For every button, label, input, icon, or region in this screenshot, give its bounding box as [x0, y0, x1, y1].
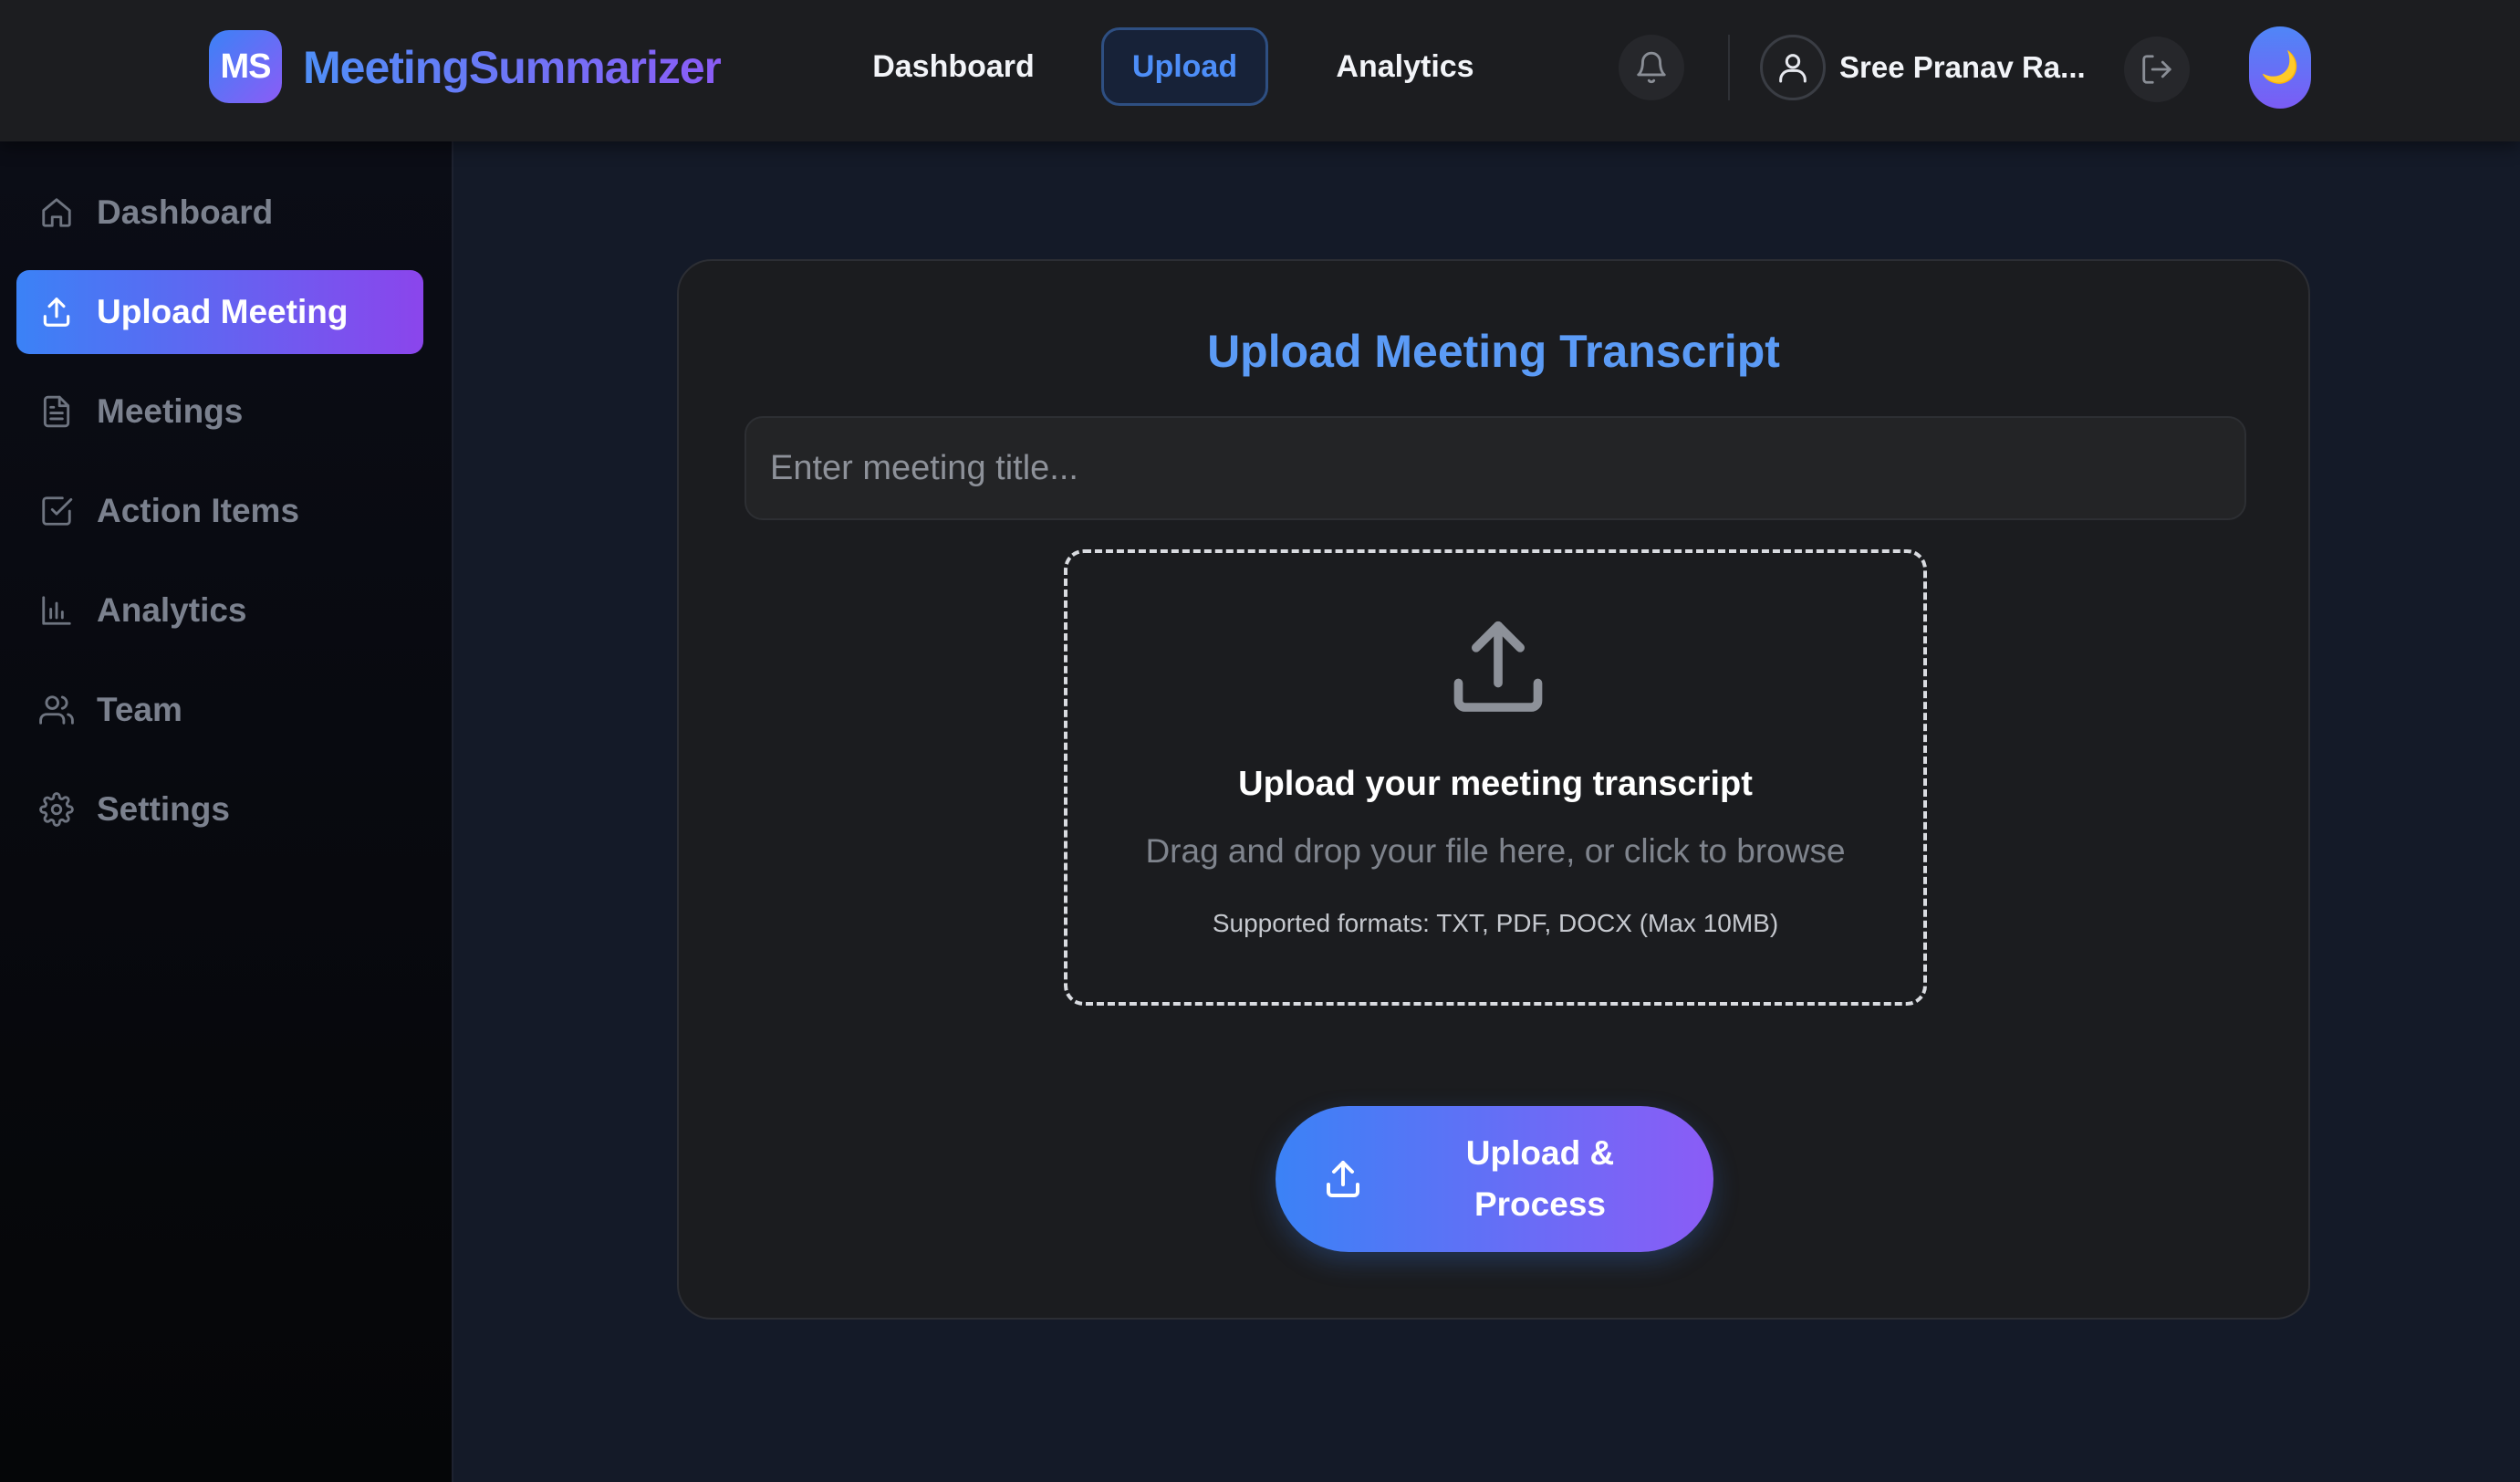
topnav-dashboard[interactable]: Dashboard — [849, 27, 1058, 106]
sidebar-item-analytics[interactable]: Analytics — [16, 569, 423, 652]
button-label-line1: Upload & — [1465, 1134, 1615, 1172]
logout-icon — [2142, 55, 2171, 84]
notifications-button[interactable] — [1619, 35, 1684, 100]
meeting-title-input[interactable] — [745, 416, 2246, 520]
upload-process-label: Upload & Process — [1421, 1126, 1659, 1232]
bell-icon — [1637, 51, 1666, 84]
sidebar-item-label: Action Items — [97, 492, 300, 529]
bar-chart-icon — [38, 592, 75, 629]
upload-card: Upload Meeting Transcript Upload your me… — [677, 259, 2310, 1320]
dropzone-subtitle: Drag and drop your file here, or click t… — [1145, 832, 1846, 870]
logo-badge[interactable]: MS — [209, 30, 282, 103]
upload-icon — [38, 294, 75, 330]
sidebar-item-label: Meetings — [97, 392, 244, 430]
top-bar: MS MeetingSummarizer Dashboard Upload An… — [0, 0, 2520, 141]
button-label-line2: Process — [1473, 1185, 1606, 1223]
sidebar-item-dashboard[interactable]: Dashboard — [16, 171, 423, 255]
moon-icon: 🌙 — [2260, 50, 2300, 85]
users-icon — [38, 692, 75, 728]
sidebar: Dashboard Upload Meeting Meetings Action… — [0, 141, 453, 1482]
checkbox-icon — [38, 493, 75, 529]
logout-button[interactable] — [2124, 37, 2190, 102]
page-title: Upload Meeting Transcript — [1207, 326, 1780, 377]
gear-icon — [38, 791, 75, 828]
header-divider — [1728, 35, 1730, 100]
upload-icon — [1327, 1161, 1359, 1197]
sidebar-item-team[interactable]: Team — [16, 668, 423, 752]
upload-icon — [1453, 621, 1543, 712]
brand-name[interactable]: MeetingSummarizer — [303, 37, 722, 99]
file-dropzone[interactable]: Upload your meeting transcript Drag and … — [1064, 549, 1927, 1006]
topnav-upload[interactable]: Upload — [1101, 27, 1268, 106]
sidebar-item-label: Dashboard — [97, 193, 274, 231]
user-name[interactable]: Sree Pranav Ra... — [1839, 44, 2086, 91]
theme-toggle-button[interactable]: 🌙 — [2249, 26, 2311, 109]
dropzone-title: Upload your meeting transcript — [1238, 765, 1753, 803]
upload-process-button[interactable]: Upload & Process — [1276, 1106, 1713, 1252]
home-icon — [38, 194, 75, 231]
sidebar-item-action-items[interactable]: Action Items — [16, 469, 423, 553]
topnav-analytics[interactable]: Analytics — [1314, 27, 1496, 106]
sidebar-item-settings[interactable]: Settings — [16, 767, 423, 851]
supported-formats: Supported formats: TXT, PDF, DOCX (Max 1… — [1212, 909, 1779, 937]
document-icon — [38, 393, 75, 430]
sidebar-item-label: Settings — [97, 790, 230, 828]
avatar[interactable] — [1760, 35, 1826, 100]
sidebar-item-meetings[interactable]: Meetings — [16, 370, 423, 454]
sidebar-item-label: Upload Meeting — [97, 293, 349, 330]
sidebar-item-upload-meeting[interactable]: Upload Meeting — [16, 270, 423, 354]
sidebar-item-label: Analytics — [97, 591, 247, 629]
sidebar-item-label: Team — [97, 691, 182, 728]
user-icon — [1779, 54, 1807, 83]
